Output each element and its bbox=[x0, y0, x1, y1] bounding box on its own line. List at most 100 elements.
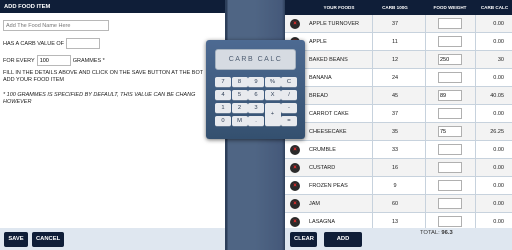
food-weight-input[interactable] bbox=[438, 18, 462, 29]
food-weight-input[interactable] bbox=[438, 216, 462, 227]
table-row: ×BREAD4540.05 bbox=[285, 87, 512, 105]
carb-per-100g: 37 bbox=[391, 111, 399, 117]
calc-key[interactable]: + bbox=[264, 103, 281, 126]
food-name: LASAGNA bbox=[309, 219, 335, 225]
food-weight-input[interactable] bbox=[438, 144, 462, 155]
carb-per-100g: 12 bbox=[391, 57, 399, 63]
calc-key[interactable]: 0 bbox=[215, 116, 231, 126]
carb-per-100g: 35 bbox=[391, 129, 399, 135]
carb-calc-value: 0.00 bbox=[493, 111, 504, 117]
delete-icon[interactable]: × bbox=[290, 19, 300, 29]
food-weight-input[interactable] bbox=[438, 36, 462, 47]
food-name: CUSTARD bbox=[309, 165, 336, 171]
calc-key[interactable]: % bbox=[264, 77, 281, 87]
food-weight-input[interactable] bbox=[438, 180, 462, 191]
carb-value-row: HAS A CARB VALUE OF bbox=[3, 38, 101, 49]
carb-value-input[interactable] bbox=[66, 38, 101, 49]
carb-per-100g: 9 bbox=[393, 183, 397, 189]
carb-per-100g: 45 bbox=[391, 93, 399, 99]
clear-button[interactable]: CLEAR bbox=[290, 232, 317, 247]
carb-calc-value: 26.25 bbox=[490, 129, 504, 135]
carb-per-100g: 37 bbox=[391, 21, 399, 27]
instruction-line-2: ADD YOUR FOOD ITEM bbox=[3, 77, 65, 83]
delete-icon[interactable]: × bbox=[290, 181, 300, 191]
food-name: CRUMBLE bbox=[309, 147, 336, 153]
table-row: × FROZEN PEAS 9 0.00 bbox=[285, 177, 512, 195]
delete-icon[interactable]: × bbox=[290, 145, 300, 155]
default-note: * 100 GRAMMES IS SPECIFIED BY DEFAULT, T… bbox=[3, 92, 225, 106]
table-footer: CLEAR ADD FOOD TOTAL: 96.3 bbox=[285, 228, 512, 250]
column-header-foods: YOUR FOODS bbox=[323, 5, 355, 10]
calc-key[interactable]: = bbox=[281, 116, 297, 126]
carb-calc-value: 0.00 bbox=[493, 165, 504, 171]
table-row: × JAM 60 0.00 bbox=[285, 195, 512, 213]
food-weight-input[interactable] bbox=[438, 198, 462, 209]
food-name: CARROT CAKE bbox=[309, 111, 349, 117]
carb-calc-value: 30 bbox=[497, 57, 504, 63]
table-row: ×BANANA240.00 bbox=[285, 69, 512, 87]
food-name: APPLE TURNOVER bbox=[309, 21, 360, 27]
column-divider bbox=[372, 15, 373, 228]
calc-key[interactable]: 3 bbox=[248, 103, 264, 113]
calc-key[interactable]: . bbox=[248, 116, 264, 126]
column-divider bbox=[425, 15, 426, 228]
food-weight-input[interactable] bbox=[438, 162, 462, 173]
per-grammes-row: FOR EVERY GRAMMES * bbox=[3, 55, 105, 66]
calculator-widget[interactable]: CARB CALC 7 8 9% C 4 5 6 X/ 1 2 3 + - 0 M. = bbox=[206, 40, 305, 139]
add-food-panel: ADD FOOD ITEM HAS A CARB VALUE OF FOR EV… bbox=[0, 0, 225, 250]
carb-calc-value: 0.00 bbox=[493, 147, 504, 153]
food-name-input[interactable] bbox=[3, 20, 109, 31]
carb-calc-value: 0.00 bbox=[493, 39, 504, 45]
food-name: JAM bbox=[309, 201, 320, 207]
add-food-header: ADD FOOD ITEM bbox=[0, 0, 225, 13]
calc-key[interactable]: X bbox=[264, 90, 281, 100]
calc-key[interactable]: 2 bbox=[231, 103, 248, 113]
table-row: ×CHEESECAKE3526.25 bbox=[285, 123, 512, 141]
carb-per-100g: 33 bbox=[391, 147, 399, 153]
calc-key[interactable]: 8 bbox=[231, 77, 248, 87]
table-header: YOUR FOODS CARB 100G FOOD WEIGHT CARB CA… bbox=[285, 0, 512, 15]
calc-key[interactable]: 7 bbox=[215, 77, 231, 87]
calc-key[interactable]: 5 bbox=[231, 90, 248, 100]
calc-key[interactable]: - bbox=[281, 103, 297, 113]
column-header-carb: CARB 100G bbox=[382, 5, 408, 10]
column-header-weight: FOOD WEIGHT bbox=[433, 5, 467, 10]
food-name: BAKED BEANS bbox=[309, 57, 348, 63]
carb-value-label: HAS A CARB VALUE OF bbox=[3, 40, 65, 47]
save-button[interactable]: SAVE bbox=[4, 232, 28, 247]
delete-icon[interactable]: × bbox=[290, 199, 300, 209]
carb-calc-value: 0.00 bbox=[493, 21, 504, 27]
grammes-input[interactable] bbox=[36, 55, 71, 66]
food-table-panel: YOUR FOODS CARB 100G FOOD WEIGHT CARB CA… bbox=[285, 0, 512, 250]
for-every-label: FOR EVERY bbox=[3, 57, 35, 64]
table-row: × APPLE TURNOVER 37 0.00 bbox=[285, 15, 512, 33]
calc-key[interactable]: 6 bbox=[248, 90, 264, 100]
calc-key[interactable]: 9 bbox=[248, 77, 264, 87]
delete-icon[interactable]: × bbox=[290, 217, 300, 227]
carb-per-100g: 60 bbox=[391, 201, 399, 207]
cancel-button[interactable]: CANCEL bbox=[32, 232, 64, 247]
calc-key[interactable]: / bbox=[281, 90, 297, 100]
calc-key[interactable]: 4 bbox=[215, 90, 231, 100]
calc-key[interactable]: C bbox=[281, 77, 297, 87]
food-weight-input[interactable] bbox=[438, 54, 462, 65]
note-line-1: * 100 GRAMMES IS SPECIFIED BY DEFAULT, T… bbox=[3, 92, 196, 98]
calc-key[interactable]: M bbox=[231, 116, 248, 126]
food-weight-input[interactable] bbox=[438, 90, 462, 101]
calc-key[interactable]: 1 bbox=[215, 103, 231, 113]
food-weight-input[interactable] bbox=[438, 126, 462, 137]
add-food-button[interactable]: ADD FOOD bbox=[324, 232, 362, 247]
delete-icon[interactable]: × bbox=[290, 163, 300, 173]
total-label: TOTAL: bbox=[420, 230, 440, 236]
note-line-2: HOWEVER bbox=[3, 99, 32, 105]
carb-calc-value: 40.05 bbox=[490, 93, 504, 99]
carb-calc-value: 0.00 bbox=[493, 183, 504, 189]
total-value: 96.3 bbox=[441, 230, 453, 236]
column-header-calc: CARB CALC bbox=[480, 5, 509, 10]
table-row: ×CARROT CAKE370.00 bbox=[285, 105, 512, 123]
food-weight-input[interactable] bbox=[438, 108, 462, 119]
carb-calc-value: 0.00 bbox=[493, 219, 504, 225]
table-row: ×APPLE110.00 bbox=[285, 33, 512, 51]
carb-per-100g: 11 bbox=[392, 39, 398, 45]
food-weight-input[interactable] bbox=[438, 72, 462, 83]
